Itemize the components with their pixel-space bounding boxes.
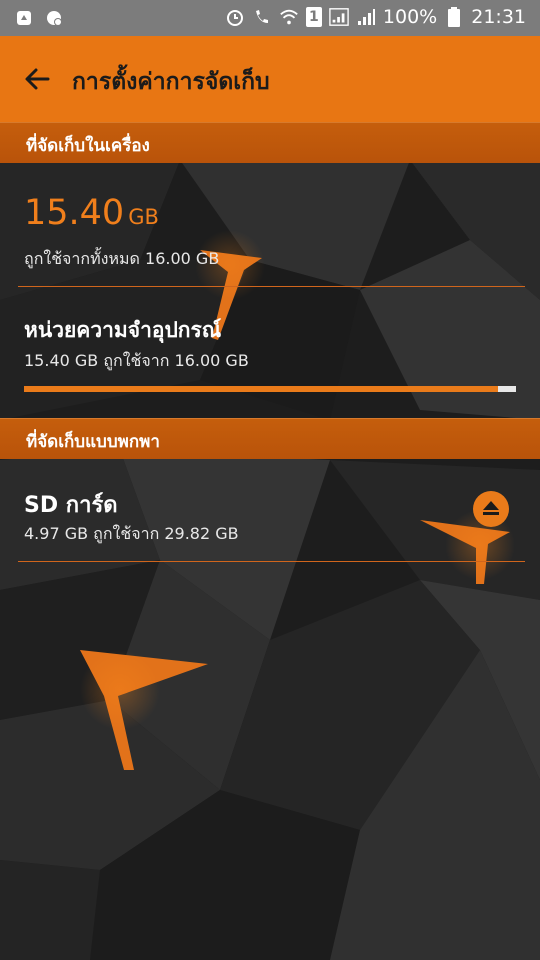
sd-card-detail: 4.97 GB ถูกใช้จาก 29.82 GB: [24, 524, 239, 543]
signal-icon: [329, 7, 349, 27]
used-unit: GB: [128, 205, 159, 229]
battery-percent: 100%: [382, 6, 438, 28]
status-bar: 1 100% 21:31: [0, 0, 540, 36]
section-label: ที่จัดเก็บแบบพกพา: [26, 432, 160, 452]
chat-icon: [44, 8, 64, 28]
storage-used-summary: 15.40 GB: [24, 193, 159, 233]
back-button[interactable]: [22, 64, 52, 94]
device-memory-label: หน่วยความจำอุปกรณ์: [24, 318, 222, 342]
section-header-portable: ที่จัดเก็บแบบพกพา: [0, 418, 540, 459]
page-title: การตั้งค่าการจัดเก็บ: [72, 69, 270, 95]
eject-button[interactable]: [473, 491, 509, 527]
alarm-icon: [225, 7, 245, 27]
wifi-call-icon: [252, 7, 272, 27]
divider: [18, 561, 525, 562]
used-of-total-text: ถูกใช้จากทั้งหมด 16.00 GB: [24, 249, 220, 268]
arrow-left-icon: [25, 68, 50, 90]
sim-icon: 1: [305, 7, 322, 27]
eject-icon: [483, 501, 499, 515]
memory-usage-bar: [24, 386, 516, 392]
device-memory-item[interactable]: หน่วยความจำอุปกรณ์ 15.40 GB ถูกใช้จาก 16…: [0, 288, 540, 396]
battery-icon: [444, 7, 464, 27]
app-bar: การตั้งค่าการจัดเก็บ: [0, 36, 540, 122]
section-label: ที่จัดเก็บในเครื่อง: [26, 136, 150, 156]
memory-usage-fill: [24, 386, 498, 392]
wifi-icon: [279, 7, 299, 27]
recycle-icon: [14, 8, 34, 28]
sd-card-label: SD การ์ด: [24, 493, 118, 518]
used-value: 15.40: [24, 193, 125, 233]
divider: [18, 286, 525, 287]
signal-icon: [356, 7, 376, 27]
section-header-internal: ที่จัดเก็บในเครื่อง: [0, 122, 540, 163]
device-memory-detail: 15.40 GB ถูกใช้จาก 16.00 GB: [24, 351, 249, 370]
sd-card-item[interactable]: SD การ์ด 4.97 GB ถูกใช้จาก 29.82 GB: [0, 459, 540, 561]
clock: 21:31: [471, 6, 526, 28]
